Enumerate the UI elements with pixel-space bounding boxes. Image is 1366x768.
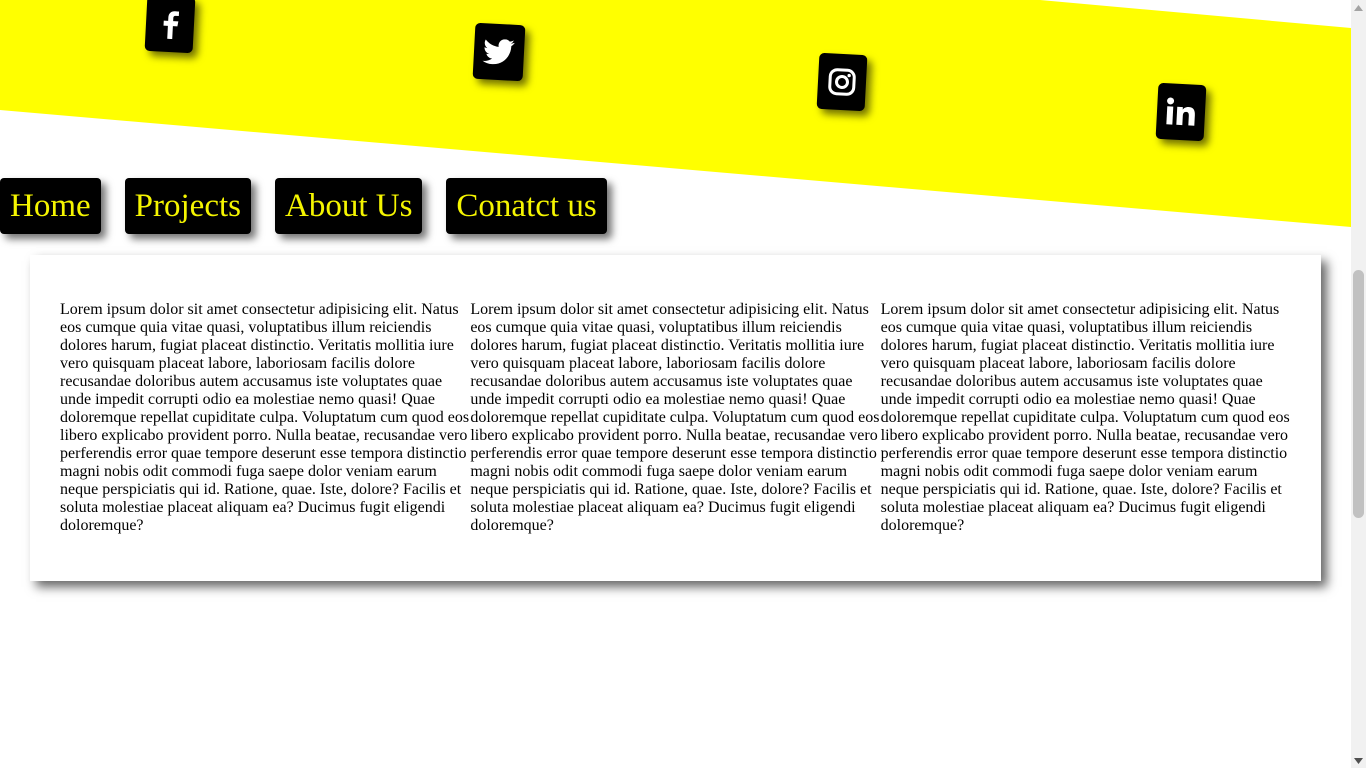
main-nav: Home Projects About Us Conatct us [0,178,607,234]
linkedin-icon [1165,97,1196,127]
page: Home Projects About Us Conatct us Lorem … [0,0,1351,768]
text-column-2: Lorem ipsum dolor sit amet consectetur a… [470,301,880,534]
twitter-icon [482,38,515,66]
nav-about-button[interactable]: About Us [274,178,423,234]
text-column-1: Lorem ipsum dolor sit amet consectetur a… [60,301,470,534]
scroll-down-arrow-icon[interactable] [1351,753,1366,768]
content-card: Lorem ipsum dolor sit amet consectetur a… [30,255,1321,581]
vertical-scrollbar[interactable] [1351,0,1366,768]
nav-contact-button[interactable]: Conatct us [446,178,607,234]
nav-home-button[interactable]: Home [0,178,101,234]
facebook-icon [158,8,182,40]
scroll-thumb[interactable] [1353,270,1364,518]
text-columns: Lorem ipsum dolor sit amet consectetur a… [60,301,1291,535]
instagram-link[interactable] [816,52,868,112]
scroll-up-arrow-icon[interactable] [1351,0,1366,15]
facebook-link[interactable] [144,0,196,54]
twitter-link[interactable] [472,22,526,82]
linkedin-link[interactable] [1155,82,1207,142]
nav-projects-button[interactable]: Projects [124,178,251,234]
instagram-icon [827,67,856,96]
text-column-3: Lorem ipsum dolor sit amet consectetur a… [880,301,1290,534]
